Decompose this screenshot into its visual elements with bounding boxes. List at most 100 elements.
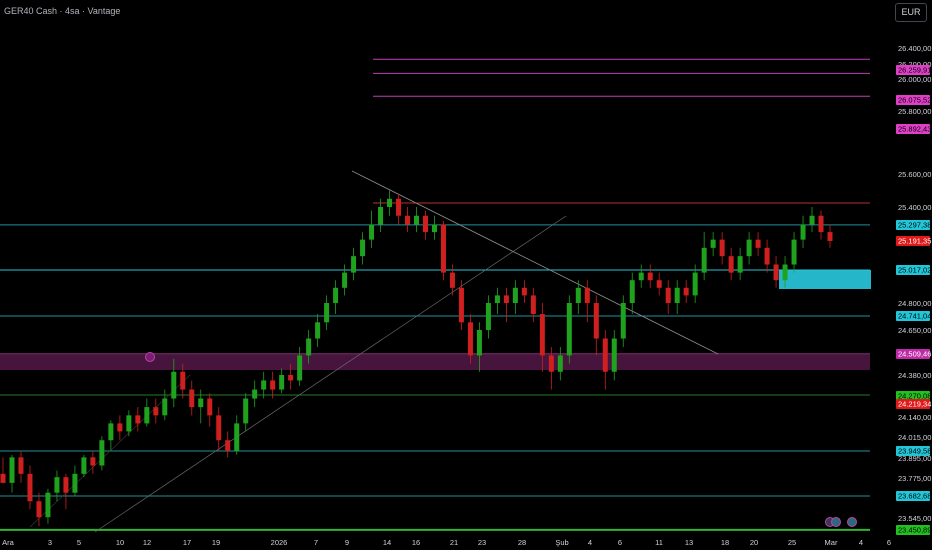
candle-body — [737, 256, 743, 273]
candle-body — [521, 287, 527, 296]
candle-1 — [9, 454, 15, 493]
candle-11 — [99, 436, 105, 471]
candle-86 — [773, 256, 779, 288]
price-tag-10: 23.949,58 — [896, 446, 931, 456]
candle-62 — [557, 347, 563, 381]
candle-body — [180, 371, 186, 390]
candle-3 — [27, 465, 33, 510]
candle-56 — [503, 287, 509, 323]
candle-body — [171, 371, 177, 399]
price-tag-7: 24.509,46 — [896, 349, 931, 359]
x-tick-label: 6 — [887, 538, 891, 547]
candle-body — [656, 280, 662, 288]
candle-body — [279, 375, 285, 390]
price-tag-label: 25.892,43 — [898, 125, 931, 134]
candle-83 — [746, 232, 752, 265]
candle-body — [701, 247, 707, 273]
candle-45 — [405, 207, 411, 233]
candle-body — [827, 232, 833, 241]
y-tick-label: 25.400,00 — [898, 203, 931, 212]
candle-73 — [656, 272, 662, 296]
candle-body — [719, 239, 725, 257]
candle-body — [593, 303, 599, 339]
candle-81 — [728, 247, 734, 281]
price-tag-label: 26.259,91 — [898, 66, 931, 75]
candle-body — [638, 272, 644, 281]
candle-68 — [611, 330, 617, 381]
candle-79 — [710, 232, 716, 257]
candle-body — [440, 224, 446, 273]
candle-body — [575, 287, 581, 303]
candle-body — [791, 239, 797, 265]
x-tick-label: Şub — [555, 538, 568, 547]
price-tag-label: 23.450,89 — [898, 526, 931, 535]
candle-13 — [117, 415, 123, 441]
candle-body — [611, 338, 617, 372]
candle-63 — [566, 295, 572, 364]
x-tick-label: Ara — [2, 538, 15, 547]
candle-body — [108, 423, 114, 441]
candle-67 — [602, 330, 608, 390]
candle-15 — [135, 407, 141, 432]
candle-18 — [162, 389, 168, 421]
candle-body — [818, 215, 824, 233]
candle-body — [333, 287, 339, 303]
candle-body — [548, 355, 554, 372]
candle-82 — [737, 247, 743, 281]
candle-body — [261, 380, 267, 390]
trendline-up — [94, 215, 567, 533]
candle-46 — [414, 207, 419, 233]
candle-body — [629, 280, 635, 303]
candle-0 — [0, 457, 6, 483]
candle-body — [728, 256, 734, 273]
candle-body — [315, 322, 321, 339]
candle-body — [494, 295, 500, 303]
candle-body — [270, 380, 276, 390]
candle-72 — [647, 264, 653, 288]
candle-6 — [54, 470, 60, 502]
candle-7 — [63, 473, 69, 510]
candle-74 — [665, 280, 671, 315]
candle-body — [225, 440, 231, 451]
price-tag-label: 25.297,38 — [898, 221, 931, 230]
x-tick-label: Mar — [825, 538, 838, 547]
x-tick-label: 7 — [314, 538, 318, 547]
candle-88 — [791, 232, 797, 273]
candle-10 — [90, 451, 96, 474]
x-tick-label: 11 — [655, 538, 663, 547]
candle-body — [746, 239, 752, 257]
candle-body — [135, 415, 141, 424]
candle-43 — [387, 190, 393, 216]
candle-37 — [333, 280, 339, 315]
price-tag-0: 26.259,91 — [896, 65, 931, 75]
x-tick-label: 23 — [478, 538, 486, 547]
candle-35 — [315, 314, 321, 348]
candle-36 — [324, 295, 330, 330]
y-tick-label: 24.140,00 — [898, 413, 931, 422]
x-tick-label: 20 — [750, 538, 758, 547]
candle-58 — [521, 280, 527, 303]
x-axis: Ara 3 5 10 12 17 19 2026 7 9 14 16 21 23 28 Şub 4 6 11 13 18… — [2, 538, 891, 547]
candle-body — [45, 492, 51, 518]
candle-body — [252, 389, 258, 399]
candle-body — [54, 477, 60, 493]
candle-14 — [126, 410, 132, 437]
x-tick-label: 5 — [77, 538, 81, 547]
candle-body — [755, 239, 761, 248]
candle-body — [72, 473, 78, 493]
candle-33 — [297, 347, 303, 386]
x-tick-label: 14 — [383, 538, 391, 547]
candle-16 — [144, 398, 150, 427]
x-tick-label: 10 — [116, 538, 124, 547]
candle-body — [431, 224, 437, 233]
candle-78 — [701, 232, 707, 281]
candle-body — [36, 501, 42, 518]
candle-body — [674, 287, 680, 303]
price-tag-label: 24.219,34 — [898, 400, 931, 409]
price-tag-label: 25.017,02 — [898, 266, 931, 275]
price-tag-5: 25.017,02 — [896, 265, 931, 275]
price-chart[interactable]: 26.400,0026.200,0026.000,0025.800,0025.6… — [0, 0, 932, 550]
event-marker-dec12 — [145, 352, 155, 362]
y-tick-label: 24.380,00 — [898, 371, 931, 380]
candle-body — [324, 303, 330, 323]
